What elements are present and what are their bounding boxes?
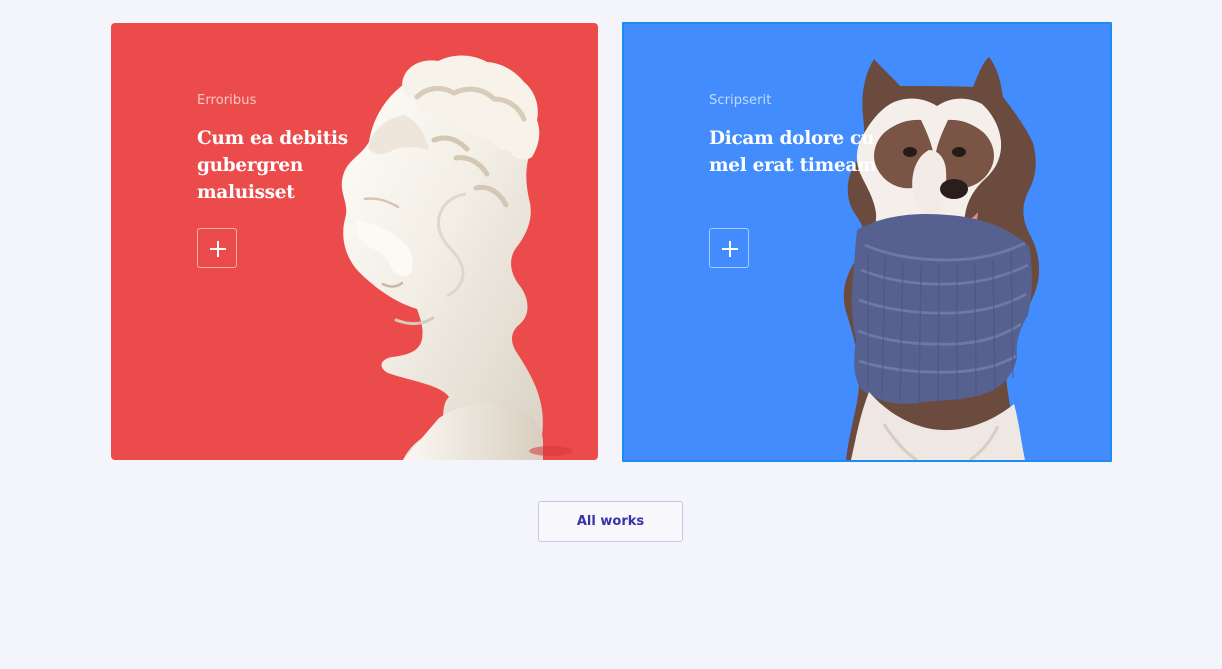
portfolio-card-scripserit[interactable]: Scripserit Dicam dolore cu mel erat time…: [622, 22, 1112, 462]
husky-in-scarf-image: [624, 24, 1110, 460]
card-category: Scripserit: [709, 93, 772, 108]
plus-icon: [210, 241, 226, 257]
all-works-button[interactable]: All works: [538, 501, 683, 542]
card-title: Dicam dolore cu mel erat timeam: [709, 128, 877, 176]
plus-icon: [722, 241, 738, 257]
card-category: Erroribus: [197, 93, 257, 108]
portfolio-card-erroribus[interactable]: Erroribus Cum ea debitis gubergren malui…: [111, 23, 598, 460]
card-text-block: Erroribus Cum ea debitis gubergren malui…: [197, 93, 367, 268]
expand-card-button[interactable]: [709, 228, 749, 268]
expand-card-button[interactable]: [197, 228, 237, 268]
classical-bust-image: [111, 23, 598, 460]
card-title: Cum ea debitis gubergren maluisset: [197, 128, 348, 203]
card-text-block: Scripserit Dicam dolore cu mel erat time…: [709, 93, 879, 268]
